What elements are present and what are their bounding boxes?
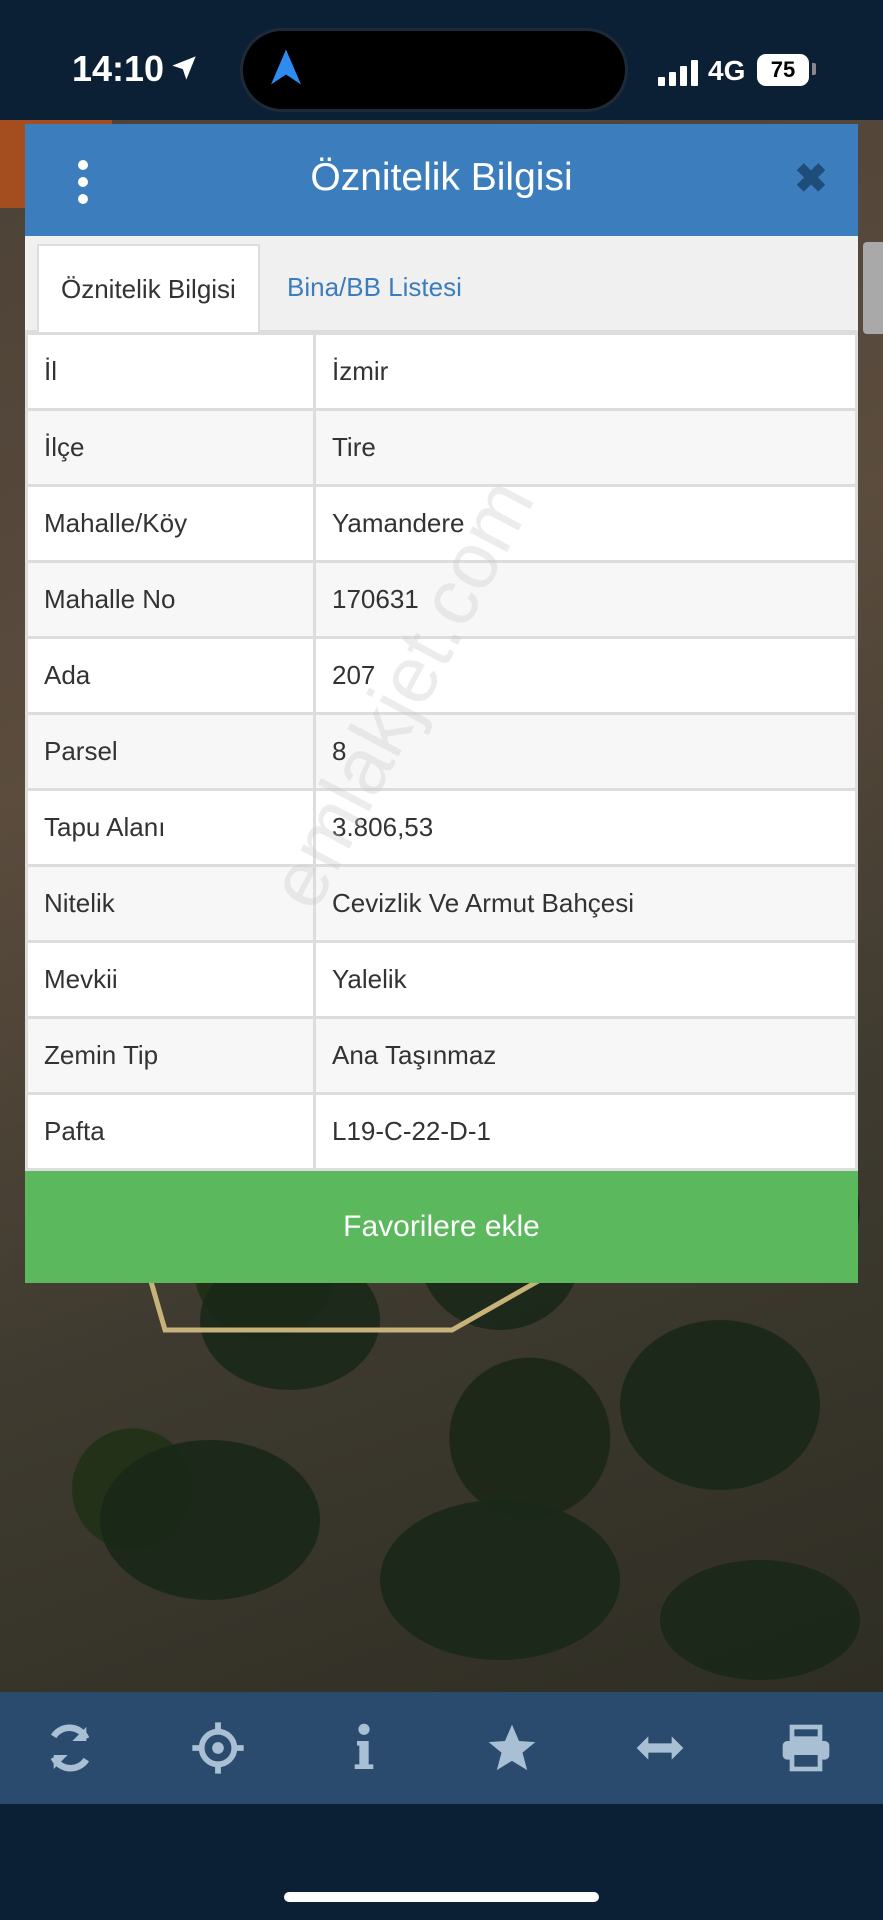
row-key: Pafta	[25, 1092, 316, 1171]
row-key: Parsel	[25, 712, 316, 791]
tab-attribute-info[interactable]: Öznitelik Bilgisi	[37, 244, 260, 332]
tab-bar: Öznitelik Bilgisi Bina/BB Listesi	[25, 236, 858, 332]
refresh-icon[interactable]	[42, 1720, 98, 1776]
row-value: Cevizlik Ve Armut Bahçesi	[313, 864, 858, 943]
row-key: İl	[25, 332, 316, 411]
row-value: L19-C-22-D-1	[313, 1092, 858, 1171]
row-key: Ada	[25, 636, 316, 715]
row-value: Tire	[313, 408, 858, 487]
row-value: 8	[313, 712, 858, 791]
measure-icon[interactable]	[632, 1720, 688, 1776]
attribute-table: İl İzmir İlçe Tire Mahalle/Köy Yamandere Ma…	[25, 332, 858, 1171]
table-row: Nitelik Cevizlik Ve Armut Bahçesi	[25, 864, 858, 943]
table-row: Mevkii Yalelik	[25, 940, 858, 1019]
table-row: Mahalle No 170631	[25, 560, 858, 639]
table-row: İlçe Tire	[25, 408, 858, 487]
row-value: 170631	[313, 560, 858, 639]
row-key: İlçe	[25, 408, 316, 487]
row-key: Mevkii	[25, 940, 316, 1019]
table-row: Pafta L19-C-22-D-1	[25, 1092, 858, 1171]
row-value: Yamandere	[313, 484, 858, 563]
row-value: 3.806,53	[313, 788, 858, 867]
close-icon[interactable]: ✖	[792, 159, 830, 199]
navigation-arrow-icon	[271, 49, 301, 85]
table-row: Zemin Tip Ana Taşınmaz	[25, 1016, 858, 1095]
battery-indicator: 75	[757, 54, 809, 86]
modal-header: Öznitelik Bilgisi ✖	[25, 124, 858, 236]
bottom-toolbar	[0, 1692, 883, 1804]
add-favorite-button[interactable]: Favorilere ekle	[25, 1171, 858, 1283]
battery-tip	[812, 63, 816, 75]
locate-icon[interactable]	[190, 1720, 246, 1776]
attribute-info-modal: Öznitelik Bilgisi ✖ Öznitelik Bilgisi Bi…	[25, 124, 858, 1283]
row-key: Mahalle No	[25, 560, 316, 639]
row-value: 207	[313, 636, 858, 715]
table-row: Mahalle/Köy Yamandere	[25, 484, 858, 563]
row-key: Mahalle/Köy	[25, 484, 316, 563]
network-type: 4G	[708, 55, 746, 86]
table-row: Ada 207	[25, 636, 858, 715]
dynamic-island	[240, 28, 628, 112]
status-time: 14:10	[72, 48, 165, 89]
modal-title: Öznitelik Bilgisi	[310, 156, 573, 199]
tab-building-list[interactable]: Bina/BB Listesi	[265, 244, 484, 332]
row-value: İzmir	[313, 332, 858, 411]
row-key: Zemin Tip	[25, 1016, 316, 1095]
home-area	[0, 1804, 883, 1920]
home-indicator[interactable]	[284, 1892, 599, 1902]
status-bar: 14:10 4G 75	[0, 0, 883, 120]
table-row: İl İzmir	[25, 332, 858, 411]
row-key: Nitelik	[25, 864, 316, 943]
table-row: Parsel 8	[25, 712, 858, 791]
info-icon[interactable]	[336, 1720, 392, 1776]
row-value: Yalelik	[313, 940, 858, 1019]
location-arrow-icon	[172, 56, 196, 80]
print-icon[interactable]	[778, 1720, 834, 1776]
row-key: Tapu Alanı	[25, 788, 316, 867]
row-value: Ana Taşınmaz	[313, 1016, 858, 1095]
signal-icon	[658, 60, 698, 86]
table-row: Tapu Alanı 3.806,53	[25, 788, 858, 867]
star-icon[interactable]	[484, 1720, 540, 1776]
